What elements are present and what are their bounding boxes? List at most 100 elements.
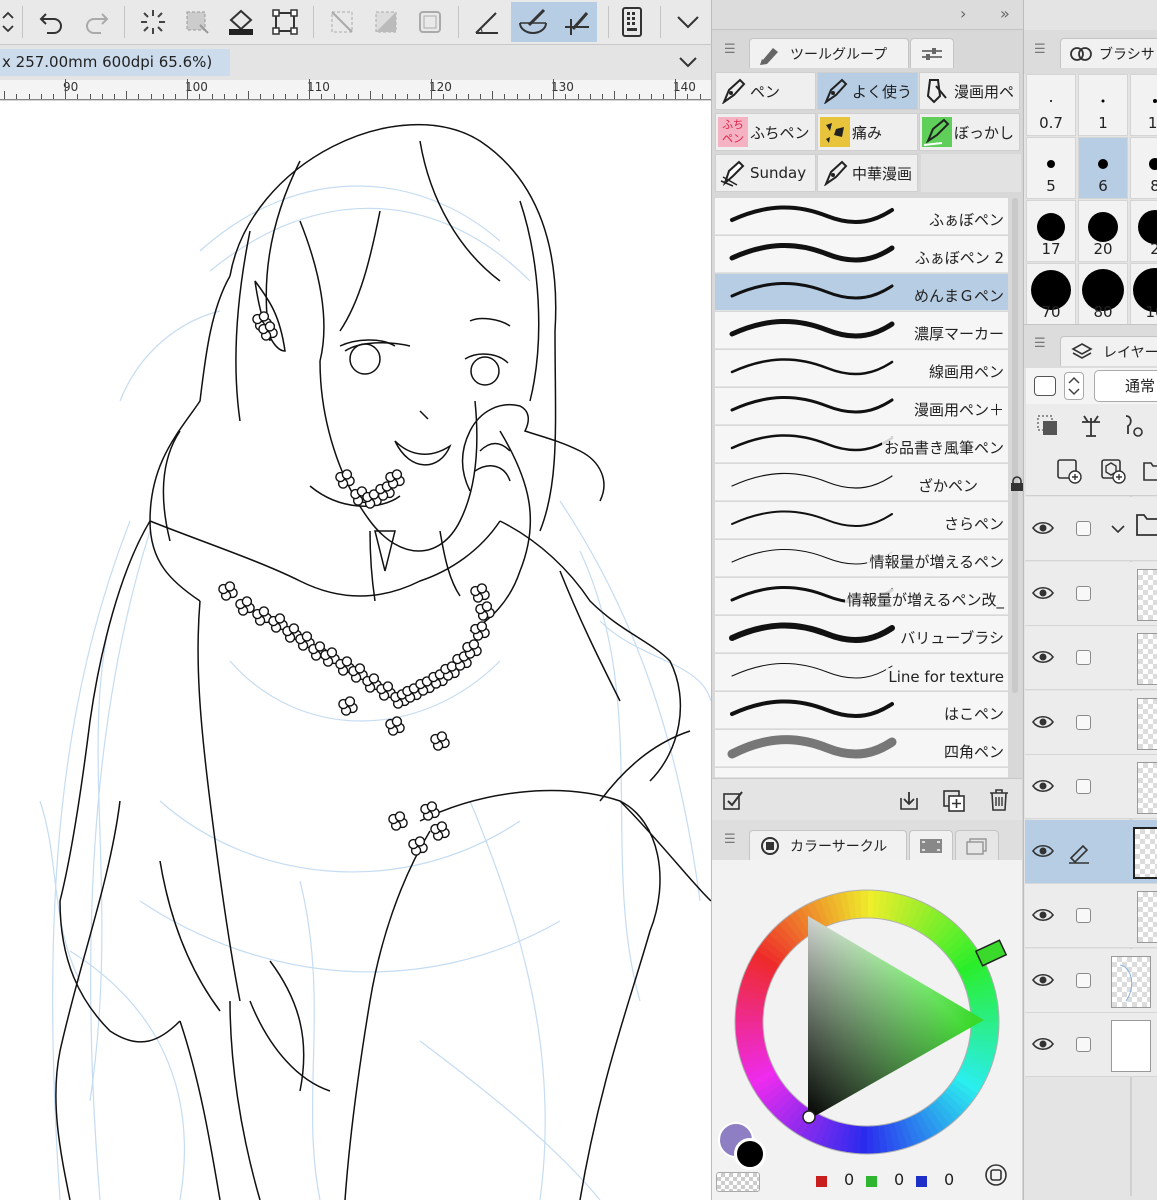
layer-checkbox[interactable] bbox=[1076, 1037, 1091, 1052]
fill-outline-icon[interactable] bbox=[366, 2, 406, 42]
collapse-chevron-icon[interactable]: › bbox=[960, 4, 966, 23]
tab-tool-group[interactable]: ツールグループ bbox=[749, 38, 909, 68]
blend-mode-select[interactable]: 通常 bbox=[1094, 370, 1157, 402]
redo-icon[interactable] bbox=[76, 2, 116, 42]
layer-row[interactable] bbox=[1025, 948, 1157, 1013]
tab-color-history[interactable] bbox=[909, 830, 953, 860]
brush-item[interactable]: Line for texture bbox=[715, 654, 1008, 691]
hue-picker[interactable] bbox=[974, 939, 1008, 967]
ruler-snap-icon[interactable] bbox=[467, 2, 507, 42]
layer-row[interactable] bbox=[1025, 819, 1157, 884]
tab-layer[interactable]: レイヤー bbox=[1060, 336, 1157, 366]
new-raster-layer-icon[interactable] bbox=[1056, 458, 1082, 488]
eye-icon[interactable] bbox=[1031, 842, 1055, 864]
brush-item[interactable]: 漫画用ペン＋ bbox=[715, 388, 1008, 425]
download-icon[interactable] bbox=[898, 789, 920, 815]
brush-size-option[interactable]: 5 bbox=[1026, 137, 1076, 199]
transform-icon[interactable] bbox=[265, 2, 305, 42]
panel-grip-icon[interactable]: ☰ bbox=[724, 832, 736, 847]
panel-grip-icon[interactable]: ☰ bbox=[1034, 42, 1046, 57]
tool-manga[interactable]: 漫画用ペ bbox=[919, 72, 1020, 110]
panel-grip-icon[interactable]: ☰ bbox=[724, 42, 736, 57]
eye-icon[interactable] bbox=[1031, 971, 1055, 993]
selection-launcher-icon[interactable] bbox=[133, 2, 173, 42]
title-chevron-icon[interactable] bbox=[678, 54, 698, 73]
layer-row[interactable] bbox=[1025, 755, 1157, 819]
eye-icon[interactable] bbox=[1031, 584, 1055, 606]
layer-row[interactable] bbox=[1025, 626, 1157, 690]
duplicate-icon[interactable] bbox=[942, 789, 966, 817]
reference-layer-icon[interactable] bbox=[1078, 412, 1104, 442]
opacity-stepper[interactable] bbox=[1064, 372, 1084, 400]
triangle-picker[interactable] bbox=[802, 1110, 816, 1124]
layer-checkbox[interactable] bbox=[1076, 779, 1091, 794]
layer-checkbox[interactable] bbox=[1076, 585, 1091, 601]
settings-icon[interactable] bbox=[722, 789, 744, 815]
panel-grip-icon[interactable]: ☰ bbox=[1034, 336, 1046, 351]
brush-size-option[interactable]: 0.7 bbox=[1026, 74, 1076, 136]
chevron-down-icon[interactable] bbox=[1111, 519, 1125, 538]
chevron-down-icon[interactable] bbox=[668, 2, 708, 42]
lock-transparent-icon[interactable] bbox=[1120, 412, 1146, 442]
brush-list-scrollbar[interactable] bbox=[1012, 198, 1018, 693]
fill-icon[interactable] bbox=[221, 2, 261, 42]
layer-row[interactable] bbox=[1025, 561, 1157, 626]
brush-item[interactable]: 濃厚マーカー bbox=[715, 312, 1008, 349]
eye-icon[interactable] bbox=[1031, 906, 1055, 928]
transparent-color-swatch[interactable] bbox=[716, 1172, 760, 1192]
tool-chinese-manga[interactable]: 中華漫画 bbox=[817, 154, 918, 192]
brush-size-option[interactable]: 8 bbox=[1130, 137, 1157, 199]
clip-layer-icon[interactable] bbox=[1036, 414, 1060, 442]
tab-color-circle[interactable]: カラーサークル bbox=[749, 830, 907, 860]
brush-size-option[interactable]: 70 bbox=[1026, 263, 1076, 325]
brush-size-option[interactable]: 2 bbox=[1130, 200, 1157, 262]
brush-size-option[interactable]: 6 bbox=[1078, 137, 1128, 199]
layer-checkbox[interactable] bbox=[1076, 972, 1091, 988]
eye-icon[interactable] bbox=[1031, 519, 1055, 541]
brush-item[interactable]: ふぁぼペン bbox=[715, 198, 1008, 235]
brush-item-partial[interactable] bbox=[715, 768, 1008, 778]
trash-icon[interactable] bbox=[988, 788, 1010, 816]
eye-icon[interactable] bbox=[1031, 713, 1055, 735]
brush-item[interactable]: めんまＧペン bbox=[715, 274, 1008, 311]
eye-icon[interactable] bbox=[1031, 1035, 1055, 1057]
tool-sunday[interactable]: Sunday bbox=[715, 154, 816, 192]
brush-item[interactable]: 四角ペン bbox=[715, 730, 1008, 767]
new-folder-icon[interactable] bbox=[1142, 458, 1157, 486]
layer-color-swatch[interactable] bbox=[1034, 376, 1056, 396]
layer-row[interactable] bbox=[1025, 497, 1157, 561]
tool-fuchi[interactable]: ふち ペン ふちペン bbox=[715, 113, 816, 151]
brush-size-option[interactable]: 1 bbox=[1078, 74, 1128, 136]
layer-row[interactable] bbox=[1025, 884, 1157, 948]
vector-snap-icon[interactable] bbox=[511, 2, 555, 42]
brush-size-option[interactable]: 17 bbox=[1026, 200, 1076, 262]
deselect-icon[interactable] bbox=[410, 2, 450, 42]
brush-size-option[interactable]: 10 bbox=[1130, 263, 1157, 325]
tool-frequent[interactable]: よく使う bbox=[817, 72, 918, 110]
new-vector-layer-icon[interactable] bbox=[1100, 458, 1126, 488]
drawing-canvas[interactable] bbox=[0, 101, 711, 1200]
layer-row[interactable] bbox=[1025, 1013, 1157, 1077]
brush-item[interactable]: ざかペン bbox=[715, 464, 1023, 501]
tab-tool-settings[interactable] bbox=[910, 38, 954, 68]
tool-damage[interactable]: 痛み bbox=[817, 113, 918, 151]
brush-size-option[interactable]: 80 bbox=[1078, 263, 1128, 325]
eye-icon[interactable] bbox=[1031, 777, 1055, 799]
brush-size-option[interactable]: 20 bbox=[1078, 200, 1128, 262]
brush-item[interactable]: 情報量が増えるペン bbox=[715, 540, 1008, 577]
layer-checkbox[interactable] bbox=[1076, 908, 1091, 923]
brush-item[interactable]: さらペン bbox=[715, 502, 1008, 539]
main-color-swatch[interactable] bbox=[734, 1138, 766, 1170]
layer-row[interactable] bbox=[1025, 690, 1157, 755]
tab-color-set[interactable] bbox=[955, 830, 999, 860]
brush-item[interactable]: 線画用ペン bbox=[715, 350, 1008, 387]
double-chevron-icon[interactable]: » bbox=[1000, 4, 1010, 23]
color-mode-icon[interactable] bbox=[984, 1163, 1008, 1191]
tab-brush-size[interactable]: ブラシサ bbox=[1060, 38, 1157, 68]
layer-checkbox[interactable] bbox=[1076, 714, 1091, 730]
tool-blur[interactable]: ぼっかし bbox=[919, 113, 1020, 151]
layer-checkbox[interactable] bbox=[1076, 650, 1091, 665]
brush-item[interactable]: はこペン bbox=[715, 692, 1008, 729]
fill-selection-icon[interactable] bbox=[177, 2, 217, 42]
symmetry-snap-icon[interactable] bbox=[555, 2, 597, 42]
